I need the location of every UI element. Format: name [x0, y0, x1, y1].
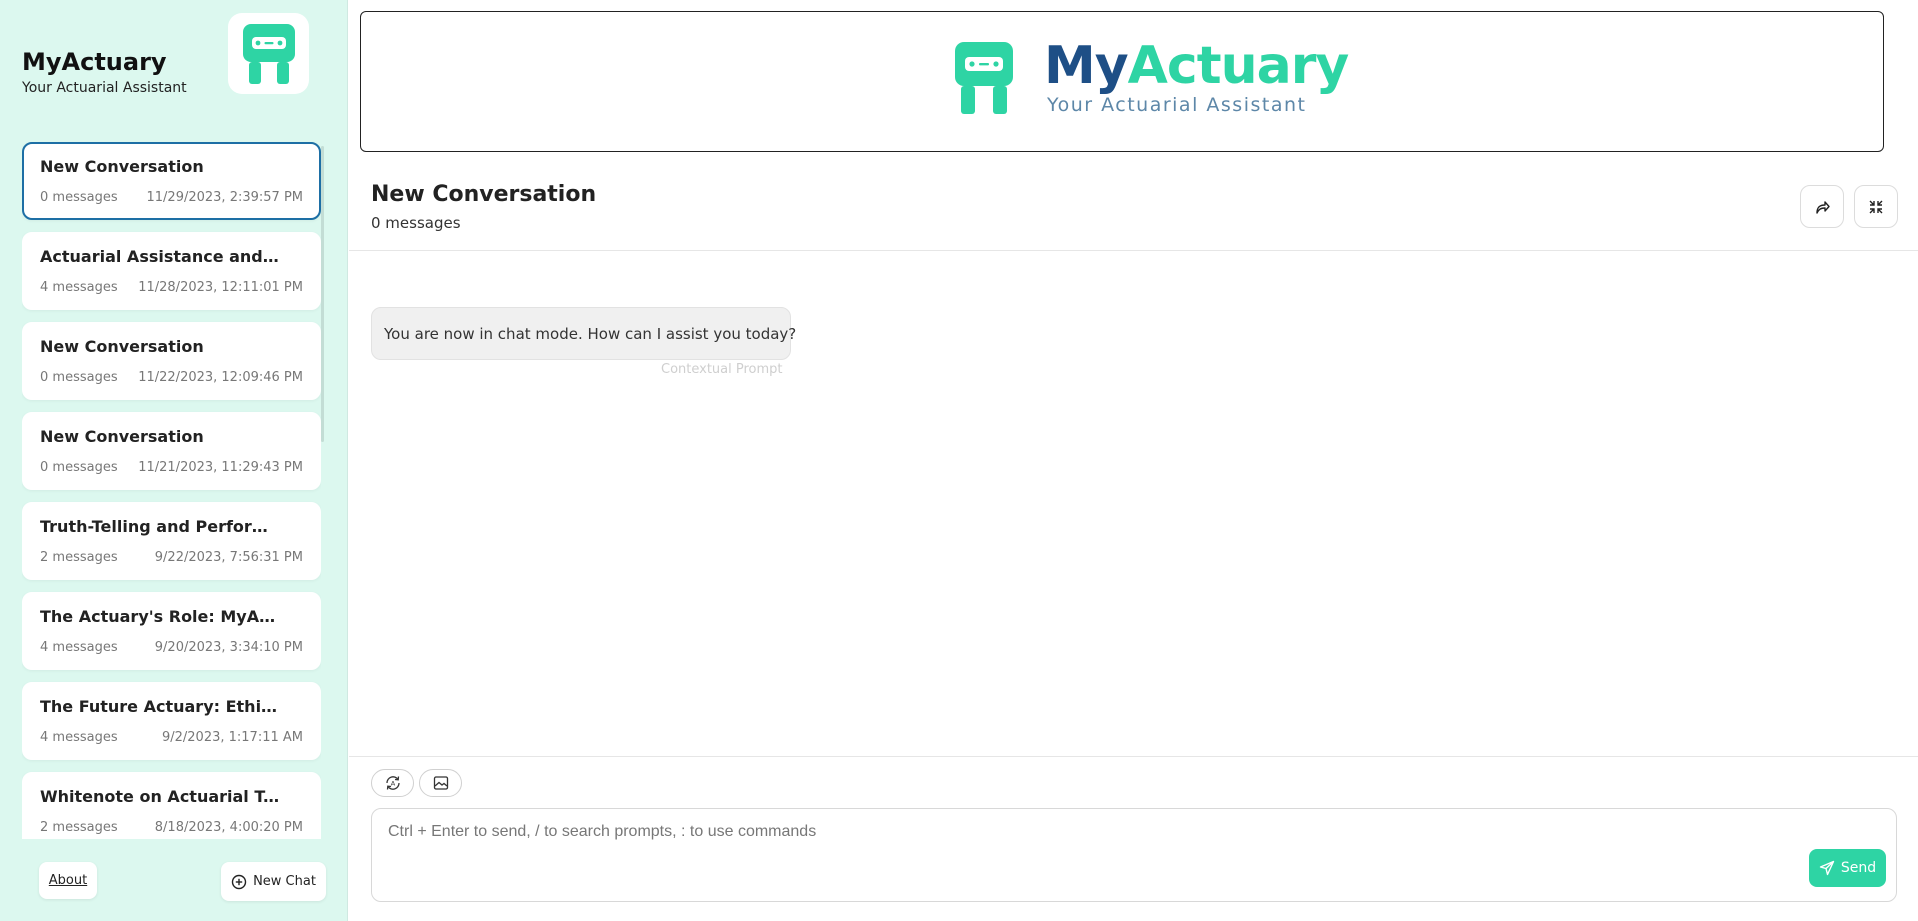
sidebar-scrollbar[interactable]	[321, 146, 324, 442]
new-chat-label: New Chat	[253, 874, 316, 889]
conversation-count: 2 messages	[40, 550, 118, 565]
conversation-time: 11/28/2023, 12:11:01 PM	[138, 280, 303, 295]
collapse-icon	[1869, 200, 1883, 213]
app-title: MyActuary	[22, 48, 167, 76]
conversation-item[interactable]: New Conversation 0 messages 11/21/2023, …	[22, 412, 321, 490]
assistant-message: You are now in chat mode. How can I assi…	[371, 307, 796, 360]
conversation-title: Whitenote on Actuarial Topics	[40, 787, 282, 806]
conversation-time: 9/22/2023, 7:56:31 PM	[154, 550, 303, 565]
about-button[interactable]: About	[39, 862, 97, 899]
send-label: Send	[1840, 860, 1877, 876]
conversation-time: 11/22/2023, 12:09:46 PM	[138, 370, 303, 385]
send-button[interactable]: Send	[1809, 849, 1886, 887]
collapse-button[interactable]	[1854, 185, 1898, 228]
conversation-count: 4 messages	[40, 730, 118, 745]
robot-chat-icon	[955, 42, 1013, 114]
conversation-item[interactable]: Whitenote on Actuarial Topics 2 messages…	[22, 772, 321, 839]
plus-circle-icon	[231, 874, 247, 889]
message-composer	[371, 808, 1897, 902]
image-icon	[433, 776, 448, 790]
conversation-count: 0 messages	[40, 370, 118, 385]
share-button[interactable]	[1800, 185, 1844, 228]
banner-tagline: Your Actuarial Assistant	[1047, 94, 1307, 116]
model-switch-button[interactable]: A	[371, 769, 414, 797]
conversation-count: 0 messages	[40, 190, 118, 205]
conversation-time: 11/29/2023, 2:39:57 PM	[146, 190, 304, 205]
conversation-item[interactable]: New Conversation 0 messages 11/22/2023, …	[22, 322, 321, 400]
conversation-count: 4 messages	[40, 640, 118, 655]
sidebar: MyActuary Your Actuarial Assistant New C…	[0, 0, 348, 921]
conversation-time: 11/21/2023, 11:29:43 PM	[138, 460, 303, 475]
conversation-title: New Conversation	[40, 337, 204, 356]
app-subtitle: Your Actuarial Assistant	[22, 80, 187, 96]
robot-chat-icon	[242, 23, 295, 84]
header-divider	[349, 250, 1918, 251]
conversation-item[interactable]: Actuarial Assistance and Chatbot Introdu…	[22, 232, 321, 310]
conversation-count: 2 messages	[40, 820, 118, 835]
app-logo	[228, 13, 309, 94]
brand-banner: MyActuary Your Actuarial Assistant	[360, 11, 1884, 152]
conversation-title: The Future Actuary: Ethics, Bias and AI	[40, 697, 282, 716]
new-chat-button[interactable]: New Chat	[221, 862, 326, 901]
conversation-count: 4 messages	[40, 280, 118, 295]
conversation-item[interactable]: New Conversation 0 messages 11/29/2023, …	[22, 142, 321, 220]
chat-message-count: 0 messages	[371, 214, 461, 232]
conversation-title: New Conversation	[40, 157, 204, 176]
chat-title: New Conversation	[371, 182, 597, 207]
conversation-count: 0 messages	[40, 460, 118, 475]
conversation-list: New Conversation 0 messages 11/29/2023, …	[22, 142, 321, 839]
share-arrow-icon	[1816, 200, 1830, 214]
conversation-title: The Actuary's Role: MyActuary Insights	[40, 607, 282, 626]
main-panel: MyActuary Your Actuarial Assistant New C…	[349, 0, 1918, 921]
conversation-time: 9/20/2023, 3:34:10 PM	[154, 640, 303, 655]
message-input[interactable]	[372, 809, 1896, 901]
conversation-time: 8/18/2023, 4:00:20 PM	[154, 820, 303, 835]
conversation-title: Truth-Telling and Performance Discussion	[40, 517, 282, 536]
conversation-item[interactable]: Truth-Telling and Performance Discussion…	[22, 502, 321, 580]
conversation-title: New Conversation	[40, 427, 204, 446]
image-button[interactable]	[419, 769, 462, 797]
banner-title: MyActuary	[1044, 36, 1349, 96]
conversation-title: Actuarial Assistance and Chatbot Introdu…	[40, 247, 282, 266]
conversation-time: 9/2/2023, 1:17:11 AM	[161, 730, 303, 745]
conversation-item[interactable]: The Actuary's Role: MyActuary Insights 4…	[22, 592, 321, 670]
message-note: Contextual Prompt	[661, 362, 783, 377]
model-switch-icon: A	[385, 776, 400, 790]
composer-divider	[349, 756, 1918, 757]
send-plane-icon	[1819, 860, 1835, 876]
conversation-item[interactable]: The Future Actuary: Ethics, Bias and AI …	[22, 682, 321, 760]
svg-text:A: A	[390, 780, 395, 788]
